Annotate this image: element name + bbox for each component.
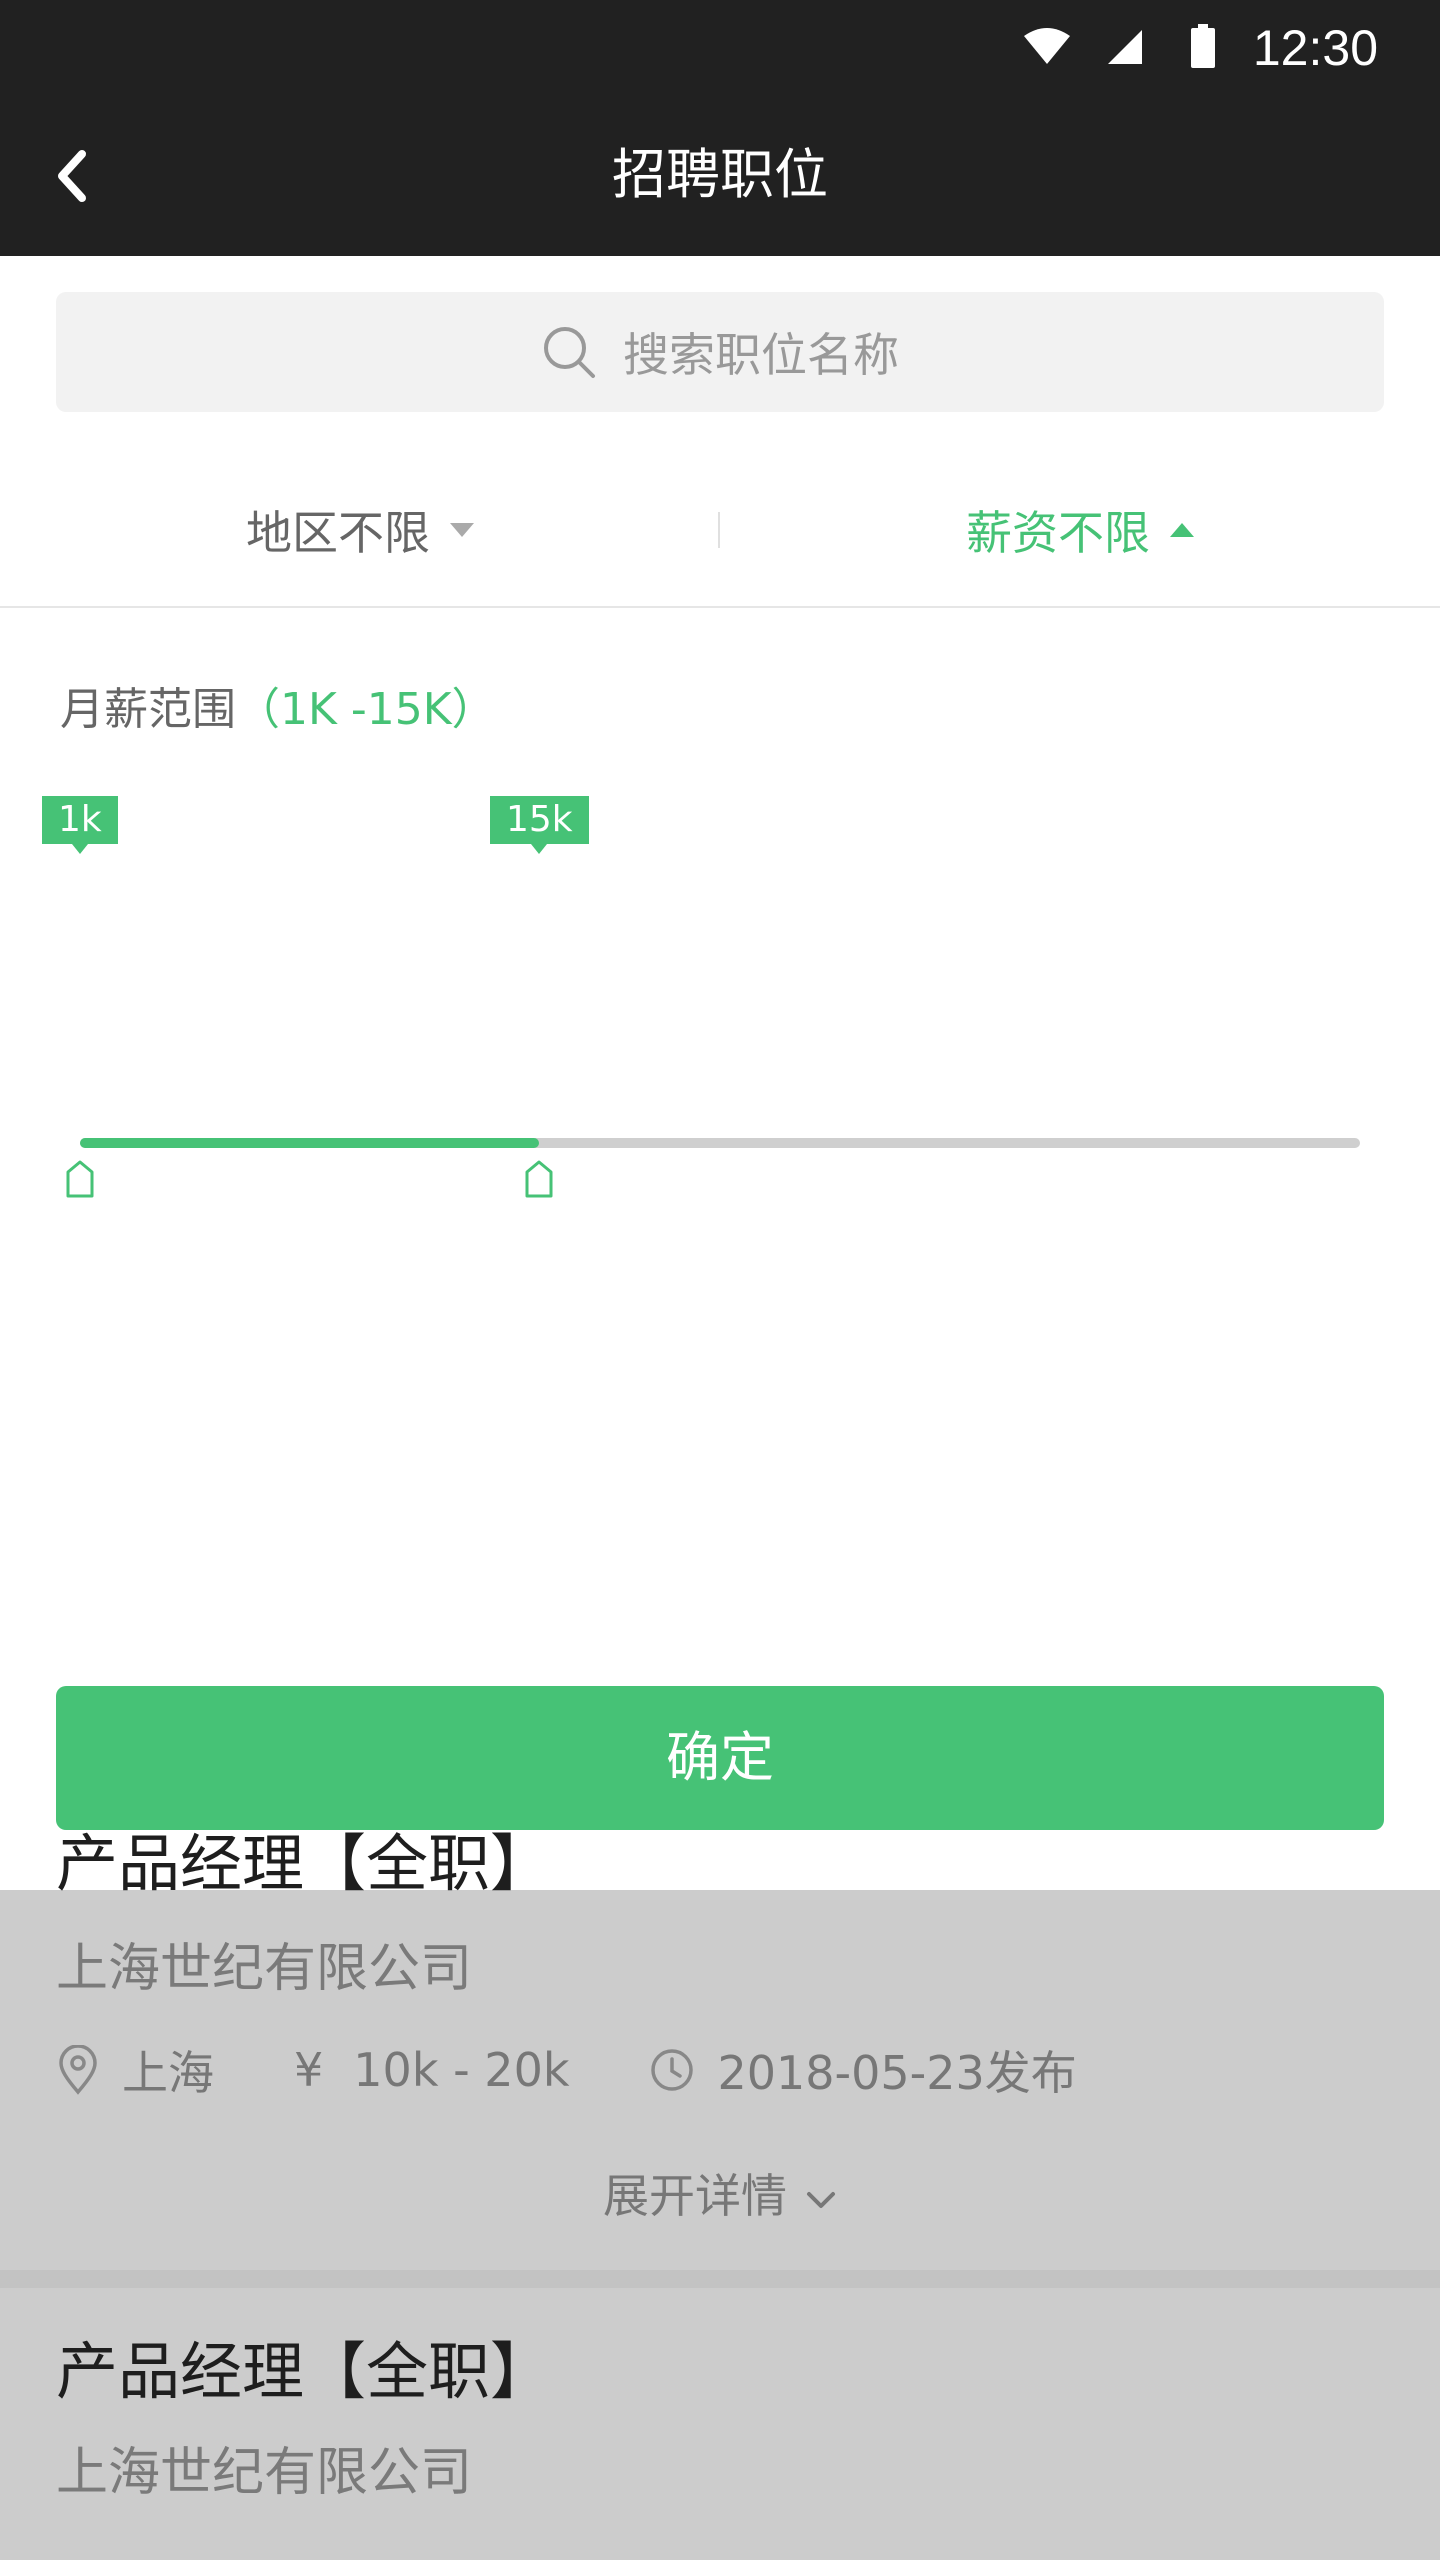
search-input[interactable]: 搜索职位名称 xyxy=(56,292,1384,412)
salary-slider[interactable]: 1k 15k xyxy=(0,796,1440,1198)
expand-details-label: 展开详情 xyxy=(603,2169,787,2223)
job-location-text: 上海 xyxy=(122,2046,214,2100)
status-time: 12:30 xyxy=(1252,20,1378,76)
job-salary: ¥ 10k - 20k xyxy=(294,2043,569,2097)
job-meta: 上海 ¥ 10k - 20k 2018-05-23发布 xyxy=(56,2040,1157,2100)
company-name: 上海世纪有限公司 xyxy=(56,1939,473,1999)
filter-salary-tab[interactable]: 薪资不限 xyxy=(720,452,1440,608)
location-pin-icon xyxy=(59,2045,97,2095)
job-title: 产品经理【全职】 xyxy=(56,2335,553,2408)
status-bar: 12:30 xyxy=(0,0,1440,96)
search-icon xyxy=(544,327,595,378)
battery-icon xyxy=(1191,24,1215,68)
company-name: 上海世纪有限公司 xyxy=(56,2443,473,2503)
salary-range-title: 月薪范围 xyxy=(60,684,236,735)
job-salary-text: 10k - 20k xyxy=(353,2043,570,2097)
slider-high-handle[interactable] xyxy=(524,1160,554,1198)
filter-region-tab[interactable]: 地区不限 xyxy=(0,452,720,608)
job-card[interactable]: 产品经理【全职】 上海世纪有限公司 上海 ¥ 10k - 20k 2018-05… xyxy=(0,1827,1440,2270)
yen-icon: ¥ xyxy=(294,2043,324,2097)
job-title: 产品经理【全职】 xyxy=(56,1827,553,1900)
slider-low-handle[interactable] xyxy=(65,1160,95,1198)
confirm-button[interactable]: 确定 xyxy=(56,1686,1384,1830)
signal-icon xyxy=(1108,30,1142,64)
expand-details-button[interactable]: 展开详情 xyxy=(0,2166,1440,2226)
app-bar: 招聘职位 xyxy=(0,96,1440,256)
slider-fill xyxy=(80,1138,540,1148)
clock-icon xyxy=(651,2049,694,2091)
filter-tabs: 地区不限 薪资不限 xyxy=(0,452,1440,608)
caret-down-icon xyxy=(450,523,474,537)
salary-range-value: （1K -15K） xyxy=(236,684,496,735)
wifi-icon xyxy=(1024,28,1070,64)
caret-up-icon xyxy=(1170,523,1194,537)
job-card[interactable]: 产品经理【全职】 上海世纪有限公司 xyxy=(0,2288,1440,2560)
slider-high-tag: 15k xyxy=(489,796,589,854)
filter-region-label: 地区不限 xyxy=(246,506,430,560)
list-divider xyxy=(0,2270,1440,2288)
filter-salary-label: 薪资不限 xyxy=(966,506,1150,560)
filter-panel: 搜索职位名称 地区不限 薪资不限 月薪范围（1K -15K） 1k 15k 确定 xyxy=(0,256,1440,1890)
chevron-down-icon xyxy=(807,2191,835,2208)
slider-low-tag: 1k xyxy=(42,796,118,854)
job-location: 上海 xyxy=(56,2037,214,2103)
job-date: 2018-05-23发布 xyxy=(649,2037,1077,2103)
search-placeholder: 搜索职位名称 xyxy=(623,328,899,382)
job-date-text: 2018-05-23发布 xyxy=(717,2046,1077,2100)
salary-range-label: 月薪范围（1K -15K） xyxy=(60,680,496,740)
page-title: 招聘职位 xyxy=(612,143,828,206)
